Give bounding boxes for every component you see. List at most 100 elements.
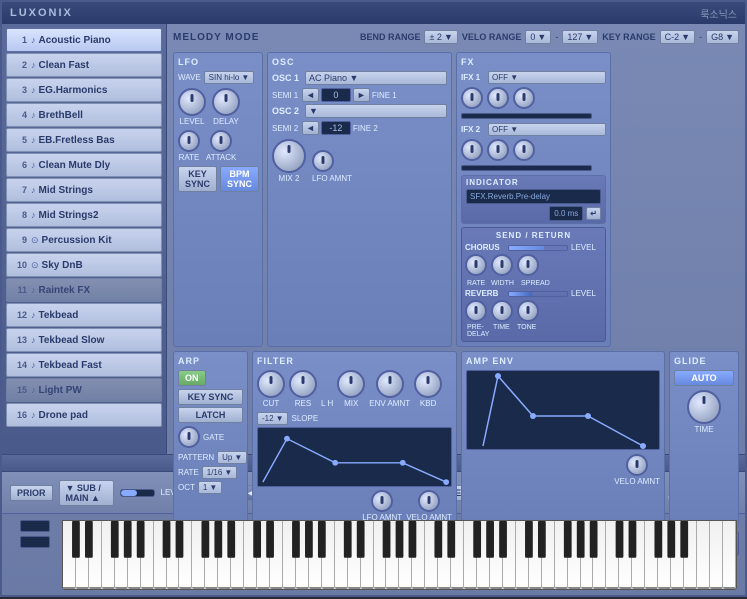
white-key-27[interactable] — [412, 521, 425, 589]
chorus-rate-knob[interactable] — [465, 254, 487, 276]
preset-item-1[interactable]: 1♪Acoustic Piano — [6, 28, 162, 52]
preset-item-15[interactable]: 15♪Light PW — [6, 378, 162, 402]
semi2-prev-btn[interactable]: ◄ — [302, 121, 319, 135]
slope-dropdown[interactable]: -12▼ — [257, 412, 288, 425]
white-key-50[interactable] — [710, 521, 723, 589]
indicator-arrow[interactable]: ↵ — [586, 207, 601, 220]
white-key-15[interactable] — [257, 521, 270, 589]
white-key-8[interactable] — [167, 521, 180, 589]
lfo-level-knob[interactable] — [178, 88, 206, 116]
reverb-tone-knob[interactable] — [517, 300, 539, 322]
preset-item-5[interactable]: 5♪EB.Fretless Bas — [6, 128, 162, 152]
white-key-37[interactable] — [542, 521, 555, 589]
key-min-dropdown[interactable]: C-2 ▼ — [660, 30, 695, 44]
white-key-39[interactable] — [568, 521, 581, 589]
semi1-next-btn[interactable]: ► — [353, 88, 370, 102]
bpm-sync-btn[interactable]: BPM SYNC — [220, 166, 259, 192]
white-key-16[interactable] — [270, 521, 283, 589]
white-key-29[interactable] — [438, 521, 451, 589]
filter-res-knob[interactable] — [289, 370, 317, 398]
bend-range-dropdown[interactable]: ± 2 ▼ — [424, 30, 457, 44]
preset-item-4[interactable]: 4♪BrethBell — [6, 103, 162, 127]
white-key-10[interactable] — [192, 521, 205, 589]
white-key-24[interactable] — [374, 521, 387, 589]
white-key-22[interactable] — [348, 521, 361, 589]
ifx1-knob1[interactable] — [461, 87, 483, 109]
white-key-26[interactable] — [399, 521, 412, 589]
osc1-dropdown[interactable]: AC Piano ▼ — [305, 71, 447, 85]
filter-mix-knob[interactable] — [337, 370, 365, 398]
white-key-44[interactable] — [632, 521, 645, 589]
arp-pattern-dropdown[interactable]: Up▼ — [217, 451, 247, 464]
prior-btn[interactable]: PRIOR — [10, 485, 53, 501]
white-key-38[interactable] — [555, 521, 568, 589]
arp-latch-btn[interactable]: LATCH — [178, 407, 243, 423]
arp-gate-knob[interactable] — [178, 426, 200, 448]
pitch-wheel[interactable] — [20, 520, 50, 532]
white-key-18[interactable] — [296, 521, 309, 589]
mod-wheel[interactable] — [20, 536, 50, 548]
preset-item-16[interactable]: 16♪Drone pad — [6, 403, 162, 427]
reverb-pre-delay-knob[interactable] — [465, 300, 487, 322]
white-key-25[interactable] — [386, 521, 399, 589]
osc-mix-knob[interactable] — [272, 139, 306, 173]
glide-auto-btn[interactable]: AUTO — [674, 370, 734, 386]
preset-item-11[interactable]: 11♪Raintek FX — [6, 278, 162, 302]
white-key-5[interactable] — [128, 521, 141, 589]
white-key-12[interactable] — [218, 521, 231, 589]
filter-kbd-knob[interactable] — [414, 370, 442, 398]
preset-item-13[interactable]: 13♪Tekbead Slow — [6, 328, 162, 352]
white-key-51[interactable] — [723, 521, 736, 589]
white-key-6[interactable] — [141, 521, 154, 589]
arp-key-sync-btn[interactable]: KEY SYNC — [178, 389, 243, 405]
white-key-43[interactable] — [619, 521, 632, 589]
preset-item-8[interactable]: 8♪Mid Strings2 — [6, 203, 162, 227]
white-key-7[interactable] — [154, 521, 167, 589]
osc2-dropdown[interactable]: ▼ — [305, 104, 447, 118]
preset-item-14[interactable]: 14♪Tekbead Fast — [6, 353, 162, 377]
key-max-dropdown[interactable]: G8 ▼ — [706, 30, 739, 44]
arp-on-btn[interactable]: ON — [178, 370, 206, 386]
preset-item-12[interactable]: 12♪Tekbead — [6, 303, 162, 327]
keyboard[interactable] — [62, 520, 737, 590]
preset-item-10[interactable]: 10⊙Sky DnB — [6, 253, 162, 277]
white-key-23[interactable] — [361, 521, 374, 589]
white-key-19[interactable] — [309, 521, 322, 589]
lfo-attack-knob[interactable] — [210, 130, 232, 152]
white-key-46[interactable] — [658, 521, 671, 589]
white-key-13[interactable] — [231, 521, 244, 589]
glide-time-knob[interactable] — [687, 390, 721, 424]
white-key-35[interactable] — [516, 521, 529, 589]
ifx1-knob3[interactable] — [513, 87, 535, 109]
reverb-time-knob[interactable] — [491, 300, 513, 322]
white-key-9[interactable] — [179, 521, 192, 589]
white-key-21[interactable] — [335, 521, 348, 589]
white-key-20[interactable] — [322, 521, 335, 589]
chorus-width-knob[interactable] — [491, 254, 513, 276]
white-key-42[interactable] — [606, 521, 619, 589]
ifx2-knob3[interactable] — [513, 139, 535, 161]
arp-rate-dropdown[interactable]: 1/16▼ — [202, 466, 238, 479]
white-key-34[interactable] — [503, 521, 516, 589]
white-key-4[interactable] — [115, 521, 128, 589]
key-sync-btn[interactable]: KEY SYNC — [178, 166, 217, 192]
white-key-17[interactable] — [283, 521, 296, 589]
white-key-49[interactable] — [697, 521, 710, 589]
amp-velo-amnt-knob[interactable] — [626, 454, 648, 476]
ifx1-dropdown[interactable]: OFF ▼ — [488, 71, 606, 84]
preset-item-2[interactable]: 2♪Clean Fast — [6, 53, 162, 77]
preset-item-6[interactable]: 6♪Clean Mute Dly — [6, 153, 162, 177]
white-key-30[interactable] — [451, 521, 464, 589]
ifx1-knob2[interactable] — [487, 87, 509, 109]
semi1-prev-btn[interactable]: ◄ — [302, 88, 319, 102]
white-key-36[interactable] — [529, 521, 542, 589]
ifx2-knob1[interactable] — [461, 139, 483, 161]
white-key-3[interactable] — [102, 521, 115, 589]
ifx2-knob2[interactable] — [487, 139, 509, 161]
white-key-32[interactable] — [477, 521, 490, 589]
sub-main-btn[interactable]: ▼ SUB / MAIN ▲ — [59, 480, 114, 506]
filter-cut-knob[interactable] — [257, 370, 285, 398]
white-key-33[interactable] — [490, 521, 503, 589]
preset-item-3[interactable]: 3♪EG.Harmonics — [6, 78, 162, 102]
preset-item-9[interactable]: 9⊙Percussion Kit — [6, 228, 162, 252]
